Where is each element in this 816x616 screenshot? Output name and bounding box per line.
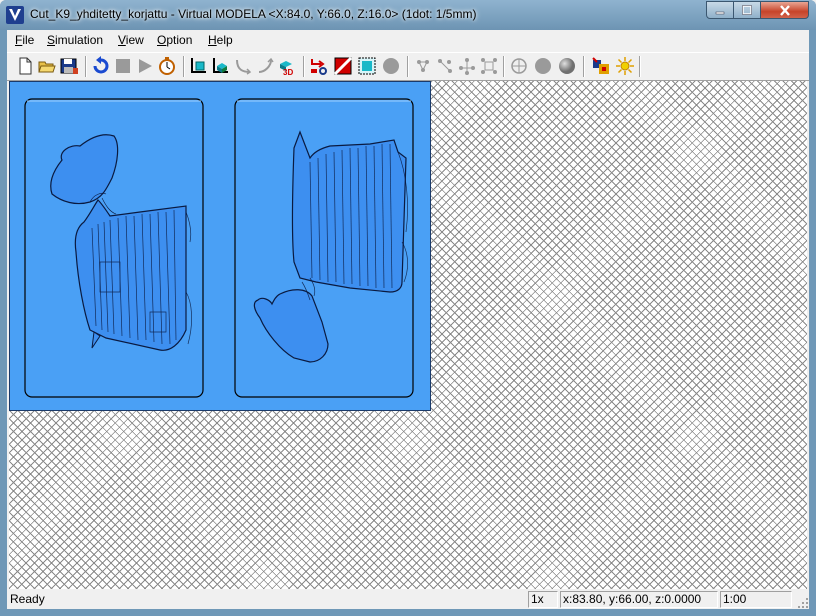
menu-view[interactable]: View bbox=[118, 33, 144, 47]
milled-model-render bbox=[24, 98, 414, 398]
close-icon bbox=[779, 4, 790, 16]
view-top-icon bbox=[191, 58, 206, 73]
view-3d-button[interactable]: 3D bbox=[277, 56, 297, 76]
light-sphere-2-icon bbox=[535, 58, 551, 74]
fit-button[interactable] bbox=[479, 56, 499, 76]
toolpath-button[interactable] bbox=[309, 56, 329, 76]
resize-grip-icon[interactable] bbox=[795, 595, 809, 609]
elapsed-time: 1:00 bbox=[720, 591, 792, 608]
window-title: Cut_K9_yhditetty_korjattu - Virtual MODE… bbox=[30, 7, 477, 21]
path-line-icon bbox=[258, 57, 274, 73]
menu-simulation[interactable]: Simulation bbox=[47, 33, 103, 47]
toolbar-separator bbox=[183, 56, 185, 77]
v-logo-icon[interactable] bbox=[6, 6, 24, 24]
open-folder-icon bbox=[38, 61, 56, 73]
path-line-button[interactable] bbox=[255, 56, 275, 76]
sphere-gray-icon bbox=[383, 58, 399, 74]
light-sphere-2-button[interactable] bbox=[533, 56, 553, 76]
fit-icon bbox=[481, 58, 497, 74]
path-curve-button[interactable] bbox=[233, 56, 253, 76]
stop-icon bbox=[116, 59, 130, 73]
move-points-icon bbox=[417, 60, 429, 72]
move-points-button[interactable] bbox=[413, 56, 433, 76]
material-button[interactable] bbox=[333, 56, 353, 76]
sphere-button[interactable] bbox=[381, 56, 401, 76]
menu-file[interactable]: File bbox=[15, 33, 34, 47]
zoom-level: 1x bbox=[528, 591, 558, 608]
color-settings-button[interactable] bbox=[591, 56, 611, 76]
save-icon bbox=[60, 58, 78, 74]
new-file-icon bbox=[19, 57, 32, 75]
color-settings-icon bbox=[592, 57, 609, 74]
new-file-button[interactable] bbox=[15, 56, 35, 76]
menu-help[interactable]: Help bbox=[208, 33, 233, 47]
move-points-2-icon bbox=[438, 59, 452, 73]
move-points-3-icon bbox=[459, 58, 475, 75]
rewind-button[interactable] bbox=[91, 56, 111, 76]
simulation-viewport[interactable] bbox=[9, 81, 807, 589]
toolpath-icon bbox=[311, 59, 327, 75]
toolbar-separator bbox=[407, 56, 409, 77]
save-button[interactable] bbox=[59, 56, 79, 76]
client-area: File Simulation View Option Help 3D Read… bbox=[7, 30, 809, 609]
view-block-icon bbox=[213, 58, 228, 73]
close-button[interactable] bbox=[760, 1, 809, 19]
view-3d-icon: 3D bbox=[280, 61, 293, 76]
toolbar-separator bbox=[639, 56, 641, 77]
maximize-button[interactable] bbox=[733, 1, 761, 19]
timer-icon bbox=[159, 57, 175, 75]
minimize-icon bbox=[715, 11, 725, 15]
toolbar-separator bbox=[503, 56, 505, 77]
toolbar-separator bbox=[303, 56, 305, 77]
status-text: Ready bbox=[10, 592, 45, 606]
toolbar-separator bbox=[85, 56, 87, 77]
model-view[interactable] bbox=[9, 81, 431, 411]
app-window: Cut_K9_yhditetty_korjattu - Virtual MODE… bbox=[0, 0, 816, 616]
rewind-icon bbox=[93, 56, 109, 74]
menu-option[interactable]: Option bbox=[157, 33, 192, 47]
light-sphere-1-icon bbox=[511, 58, 527, 74]
light-sphere-3-button[interactable] bbox=[557, 56, 577, 76]
light-sphere-3-icon bbox=[559, 58, 575, 74]
coordinate-readout: x:83.80, y:66.00, z:0.0000 bbox=[560, 591, 718, 608]
status-bar: Ready 1x x:83.80, y:66.00, z:0.0000 1:00 bbox=[7, 590, 809, 609]
light-button[interactable] bbox=[615, 56, 635, 76]
light-icon bbox=[616, 57, 634, 75]
path-curve-icon bbox=[236, 59, 252, 75]
title-bar[interactable]: Cut_K9_yhditetty_korjattu - Virtual MODE… bbox=[0, 0, 816, 30]
maximize-icon bbox=[742, 5, 752, 15]
play-icon bbox=[139, 59, 152, 73]
light-sphere-1-button[interactable] bbox=[509, 56, 529, 76]
svg-text:3D: 3D bbox=[283, 68, 293, 76]
area-select-button[interactable] bbox=[357, 56, 377, 76]
area-select-icon bbox=[358, 57, 376, 75]
view-top-button[interactable] bbox=[189, 56, 209, 76]
minimize-button[interactable] bbox=[706, 1, 734, 19]
timer-button[interactable] bbox=[157, 56, 177, 76]
open-button[interactable] bbox=[37, 56, 57, 76]
move-points-3-button[interactable] bbox=[457, 56, 477, 76]
move-points-2-button[interactable] bbox=[435, 56, 455, 76]
play-button[interactable] bbox=[135, 56, 155, 76]
toolbar: 3D bbox=[7, 52, 809, 81]
view-block-button[interactable] bbox=[211, 56, 231, 76]
stop-button[interactable] bbox=[113, 56, 133, 76]
menu-bar: File Simulation View Option Help bbox=[7, 30, 809, 50]
toolbar-separator bbox=[583, 56, 585, 77]
material-icon bbox=[333, 56, 353, 76]
